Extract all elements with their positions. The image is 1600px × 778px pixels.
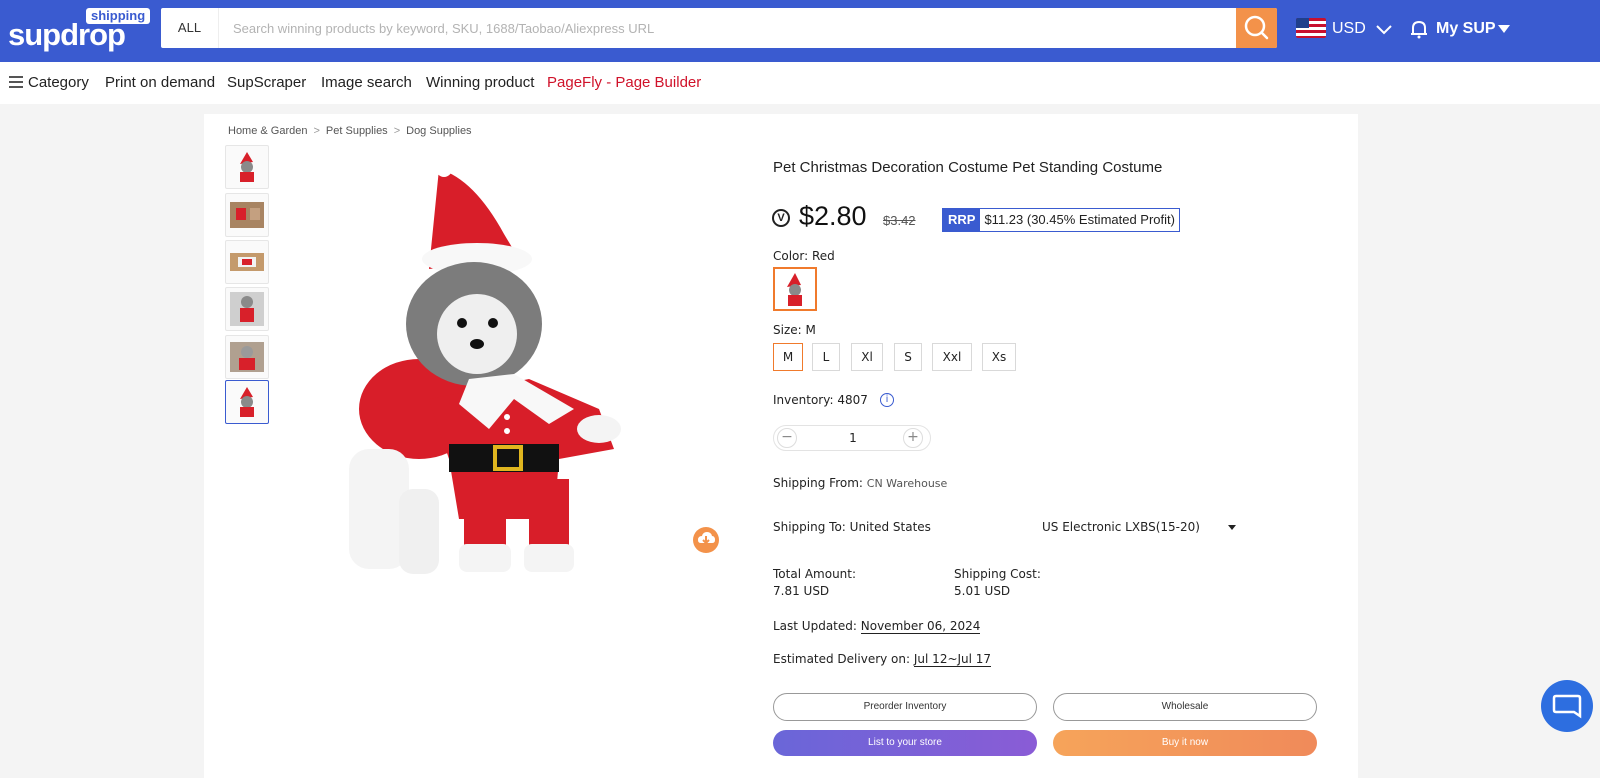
- shipping-from-row: Shipping From: CN Warehouse: [773, 475, 947, 492]
- original-price: $3.42: [883, 213, 916, 228]
- account-menu[interactable]: My SUP: [1436, 19, 1496, 39]
- shipping-method-select[interactable]: US Electronic LXBS(15-20): [1042, 519, 1200, 535]
- supdrop-logo[interactable]: supdrop shipping: [8, 8, 151, 52]
- shipping-to-row: Shipping To: United States: [773, 519, 931, 535]
- caret-down-icon[interactable]: [1228, 525, 1236, 530]
- color-label: Color:: [773, 249, 809, 263]
- rrp-badge: RRP $11.23 (30.45% Estimated Profit): [942, 208, 1180, 232]
- shipping-cost-value: 5.01 USD: [954, 584, 1011, 598]
- rrp-tag: RRP: [943, 209, 981, 231]
- color-swatch-red[interactable]: [773, 267, 817, 311]
- last-updated-label: Last Updated:: [773, 619, 857, 633]
- shipping-to-value[interactable]: United States: [850, 520, 931, 534]
- shipping-from-value: CN Warehouse: [866, 477, 948, 490]
- search-icon: [1244, 15, 1269, 40]
- search-button[interactable]: [1236, 8, 1277, 48]
- download-image-icon[interactable]: [692, 526, 720, 554]
- list-to-store-button[interactable]: List to your store: [773, 730, 1037, 756]
- logo-badge: shipping: [86, 8, 151, 24]
- nav-print-on-demand[interactable]: Print on demand: [105, 74, 215, 92]
- breadcrumb-separator: >: [393, 125, 401, 137]
- quantity-decrease-button[interactable]: −: [777, 428, 797, 448]
- size-option-l[interactable]: L: [812, 343, 840, 371]
- search-category-select[interactable]: ALL: [161, 8, 219, 48]
- shipping-from-label: Shipping From:: [773, 476, 863, 490]
- quantity-value[interactable]: 1: [814, 426, 892, 450]
- caret-down-icon[interactable]: [1498, 25, 1510, 33]
- total-amount-value: 7.81 USD: [773, 584, 830, 598]
- size-option-xs[interactable]: Xs: [982, 343, 1016, 371]
- inventory-value: 4807: [837, 393, 868, 407]
- wholesale-button[interactable]: Wholesale: [1053, 693, 1317, 721]
- product-thumbnail-selected[interactable]: [225, 380, 269, 424]
- size-option-s[interactable]: S: [894, 343, 922, 371]
- search-input[interactable]: [225, 8, 1225, 48]
- product-thumbnail[interactable]: [225, 287, 269, 331]
- shipping-to-label: Shipping To:: [773, 520, 846, 534]
- currency-selector[interactable]: USD: [1332, 19, 1366, 39]
- breadcrumb-item[interactable]: Home & Garden: [228, 125, 307, 137]
- product-card: Home & Garden > Pet Supplies > Dog Supplies: [204, 114, 1358, 778]
- size-option-xxl[interactable]: Xxl: [932, 343, 972, 371]
- size-value: M: [805, 323, 816, 337]
- product-main-image: [349, 161, 621, 574]
- top-header: supdrop shipping ALL USD My SUP: [0, 0, 1600, 62]
- rrp-value: $11.23 (30.45% Estimated Profit): [984, 212, 1175, 227]
- nav-image-search[interactable]: Image search: [321, 74, 412, 92]
- size-row: Size: M: [773, 322, 816, 338]
- color-value: Red: [812, 249, 835, 263]
- chat-icon: [1552, 694, 1582, 719]
- breadcrumb-item[interactable]: Dog Supplies: [406, 125, 471, 137]
- product-title: Pet Christmas Decoration Costume Pet Sta…: [773, 159, 1163, 176]
- product-thumbnail[interactable]: [225, 335, 269, 379]
- inventory-label: Inventory:: [773, 393, 834, 407]
- info-icon[interactable]: i: [880, 393, 894, 407]
- product-thumbnail[interactable]: [225, 193, 269, 237]
- breadcrumb-separator: >: [313, 125, 320, 137]
- preorder-inventory-button[interactable]: Preorder Inventory: [773, 693, 1037, 721]
- inventory-row: Inventory: 4807: [773, 392, 868, 408]
- bell-icon[interactable]: [1408, 18, 1430, 40]
- us-flag-icon[interactable]: [1296, 18, 1326, 38]
- chat-support-button[interactable]: [1541, 680, 1593, 732]
- product-price: $2.80: [799, 201, 867, 231]
- delivery-value: Jul 12~Jul 17: [913, 652, 992, 667]
- nav-winning-product[interactable]: Winning product: [426, 74, 534, 92]
- last-updated-value: November 06, 2024: [860, 619, 981, 634]
- quantity-stepper: − 1 +: [773, 425, 931, 451]
- nav-supscraper[interactable]: SupScraper: [227, 74, 306, 92]
- breadcrumb: Home & Garden > Pet Supplies > Dog Supplies: [228, 124, 472, 138]
- delivery-label: Estimated Delivery on:: [773, 652, 911, 666]
- shipping-cost-label: Shipping Cost:: [954, 567, 1041, 581]
- total-amount-label: Total Amount:: [773, 567, 857, 581]
- color-row: Color: Red: [773, 248, 835, 264]
- breadcrumb-item[interactable]: Pet Supplies: [326, 125, 388, 137]
- size-label: Size:: [773, 323, 802, 337]
- chevron-down-icon[interactable]: [1374, 19, 1394, 39]
- nav-pagefly[interactable]: PageFly - Page Builder: [547, 74, 701, 92]
- size-option-xl[interactable]: Xl: [851, 343, 883, 371]
- menu-icon: [9, 76, 23, 88]
- quantity-increase-button[interactable]: +: [903, 428, 923, 448]
- product-thumbnail[interactable]: [225, 240, 269, 284]
- search-bar: ALL: [161, 8, 1277, 48]
- size-option-m[interactable]: M: [773, 343, 803, 371]
- main-nav: Category Print on demand SupScraper Imag…: [0, 62, 1600, 104]
- buy-now-button[interactable]: Buy it now: [1053, 730, 1317, 756]
- vip-price-icon: V: [772, 209, 790, 227]
- nav-category[interactable]: Category: [28, 74, 89, 92]
- delivery-row: Estimated Delivery on: Jul 12~Jul 17: [773, 651, 992, 667]
- product-thumbnail[interactable]: [225, 145, 269, 189]
- last-updated-row: Last Updated: November 06, 2024: [773, 618, 981, 634]
